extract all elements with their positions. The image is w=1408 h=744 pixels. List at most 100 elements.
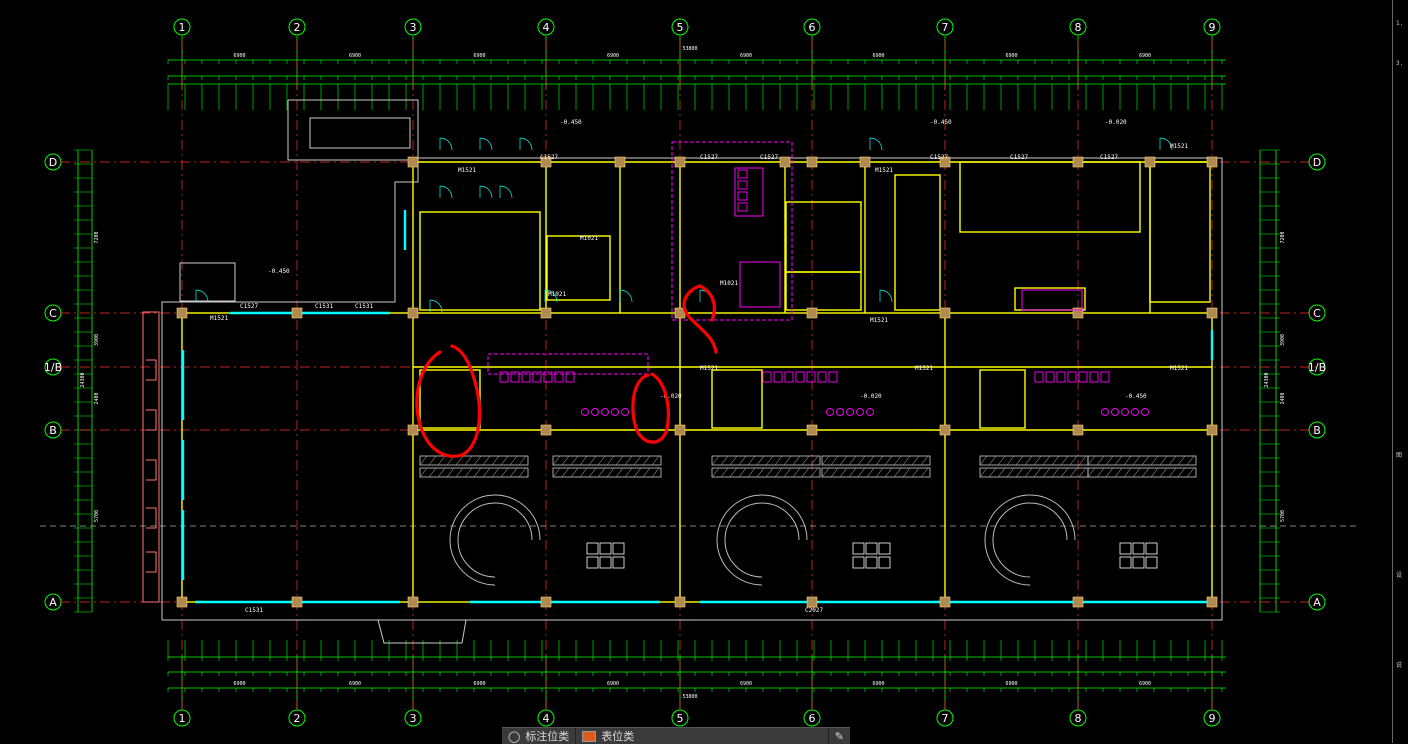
elevation-label: -0.020 bbox=[660, 393, 682, 400]
toolbar-item-label: 表位类 bbox=[601, 730, 635, 743]
axis-label: A bbox=[49, 596, 57, 609]
window-label: C1527 bbox=[760, 154, 778, 161]
elevation-label: -0.450 bbox=[1125, 393, 1147, 400]
axis-label: 9 bbox=[1209, 712, 1216, 725]
bottom-segment-dimension: 6900 bbox=[1139, 681, 1151, 687]
axis-label: 1 bbox=[179, 712, 186, 725]
axis-label: 2 bbox=[294, 712, 301, 725]
left-segment-dimension: 5700 bbox=[94, 510, 100, 522]
markup-circle-2 bbox=[631, 372, 670, 444]
elevation-label: -0.020 bbox=[860, 393, 882, 400]
top-segment-dimension: 6900 bbox=[872, 53, 884, 59]
axis-label: 4 bbox=[543, 21, 550, 34]
segment-dimensions: 6900 6900 6900 6900 6900 6900 6900 6900 6900 6900… bbox=[94, 53, 1286, 687]
top-segment-dimension: 6900 bbox=[233, 53, 245, 59]
top-segment-dimension: 6900 bbox=[1139, 53, 1151, 59]
axis-label: B bbox=[49, 424, 57, 437]
right-segment-dimension: 3900 bbox=[1280, 334, 1286, 346]
bottom-segment-dimension: 6900 bbox=[607, 681, 619, 687]
door-label: M1021 bbox=[720, 280, 738, 287]
top-segment-dimension: 6900 bbox=[473, 53, 485, 59]
top-segment-dimension: 6900 bbox=[607, 53, 619, 59]
right-segment-dimension: 2400 bbox=[1280, 392, 1286, 404]
cad-floor-plan[interactable]: 112233445566778899 D DC C1/B 1/BB BA A 53800 … bbox=[0, 0, 1392, 727]
axis-label: 1/B bbox=[1308, 361, 1326, 374]
elevation-label: -0.020 bbox=[1105, 119, 1127, 126]
window-label: C1527 bbox=[700, 154, 718, 161]
axis-label: 9 bbox=[1209, 21, 1216, 34]
door-labels: M1521 M1521 M1521 M1021 M1021 M1021 M1521 M1521… bbox=[210, 143, 1188, 372]
bottom-total-dimension: 53800 bbox=[682, 694, 697, 700]
door-label: M1521 bbox=[210, 315, 228, 322]
bottom-segment-dimension: 6900 bbox=[349, 681, 361, 687]
elevation-label: -0.450 bbox=[930, 119, 952, 126]
markup-circle-1 bbox=[415, 344, 482, 458]
bottom-segment-dimension: 6900 bbox=[233, 681, 245, 687]
door-label: M1521 bbox=[1170, 143, 1188, 150]
left-total-dimension: 24300 bbox=[80, 372, 86, 387]
window-labels: C1527 C1527 C1527 C1527 C1527 C1527 C1527 C1531… bbox=[240, 154, 1118, 614]
brush-button[interactable]: ✎ bbox=[829, 728, 850, 744]
elevation-label: -0.450 bbox=[268, 268, 290, 275]
axis-label: 2 bbox=[294, 21, 301, 34]
furniture-blocks bbox=[419, 455, 1197, 569]
axis-label: 1/B bbox=[44, 361, 62, 374]
axis-label: 7 bbox=[942, 21, 949, 34]
window-label: C1527 bbox=[1010, 154, 1028, 161]
bottom-segment-dimension: 6900 bbox=[1005, 681, 1017, 687]
toolbar-item-annotation[interactable]: ◯ 标注位类 bbox=[502, 728, 577, 744]
right-total-dimension: 24300 bbox=[1264, 372, 1270, 387]
toolbar-item-label: 标注位类 bbox=[525, 730, 570, 743]
elevation-label: -0.450 bbox=[560, 119, 582, 126]
layer-color-swatch bbox=[582, 730, 597, 742]
door-label: M1521 bbox=[915, 365, 933, 372]
axis-label: D bbox=[1313, 156, 1321, 169]
right-side-panel: 1. 3. 图 设 说 bbox=[1392, 0, 1408, 743]
axis-label: 6 bbox=[809, 21, 816, 34]
axis-label: 4 bbox=[543, 712, 550, 725]
axis-label: C bbox=[49, 307, 57, 320]
left-segment-dimension: 3900 bbox=[94, 334, 100, 346]
bottom-segment-dimension: 6900 bbox=[872, 681, 884, 687]
bottom-segment-dimension: 6900 bbox=[473, 681, 485, 687]
top-segment-dimension: 6900 bbox=[349, 53, 361, 59]
axis-label: C bbox=[1313, 307, 1321, 320]
bottom-segment-dimension: 6900 bbox=[740, 681, 752, 687]
axis-label: 8 bbox=[1075, 21, 1082, 34]
door-label: M1521 bbox=[458, 167, 476, 174]
elevation-labels: -0.450 -0.450 -0.450 -0.020 -0.020 -0.020 -0.4… bbox=[268, 119, 1147, 400]
top-segment-dimension: 6900 bbox=[1005, 53, 1017, 59]
axis-label: D bbox=[49, 156, 57, 169]
left-segment-dimension: 7200 bbox=[94, 231, 100, 243]
toilet-stall-rows bbox=[499, 169, 1149, 416]
window-label: C1527 bbox=[540, 154, 558, 161]
axis-label: 5 bbox=[677, 712, 684, 725]
axis-label: 5 bbox=[677, 21, 684, 34]
axis-label: 8 bbox=[1075, 712, 1082, 725]
top-total-dimension: 53800 bbox=[682, 46, 697, 52]
axis-label: 1 bbox=[179, 21, 186, 34]
axis-label: 7 bbox=[942, 712, 949, 725]
door-label: M1521 bbox=[1170, 365, 1188, 372]
exterior-pilasters bbox=[142, 311, 160, 603]
axis-label: 3 bbox=[410, 712, 417, 725]
windows bbox=[181, 210, 1214, 604]
axis-label: 6 bbox=[809, 712, 816, 725]
palette-icon: ◯ bbox=[508, 729, 521, 743]
top-segment-dimension: 6900 bbox=[740, 53, 752, 59]
horizontal-axis-group: D D C C 1/B 1/B B B A A bbox=[44, 153, 1326, 611]
window-label: C2027 bbox=[805, 607, 823, 614]
brush-icon: ✎ bbox=[834, 729, 844, 743]
axis-label: A bbox=[1313, 596, 1321, 609]
window-label: C1527 bbox=[1100, 154, 1118, 161]
left-segment-dimension: 2400 bbox=[94, 392, 100, 404]
door-label: M1021 bbox=[580, 235, 598, 242]
red-markup-circles bbox=[415, 284, 718, 458]
right-segment-dimension: 5700 bbox=[1280, 510, 1286, 522]
toolbar-item-layer[interactable]: 表位类 bbox=[576, 728, 829, 744]
door-label: M1521 bbox=[875, 167, 893, 174]
door-label: M1021 bbox=[548, 291, 566, 298]
window-label: C1527 bbox=[930, 154, 948, 161]
door-label: M1521 bbox=[700, 365, 718, 372]
window-label: C1531 bbox=[355, 303, 373, 310]
